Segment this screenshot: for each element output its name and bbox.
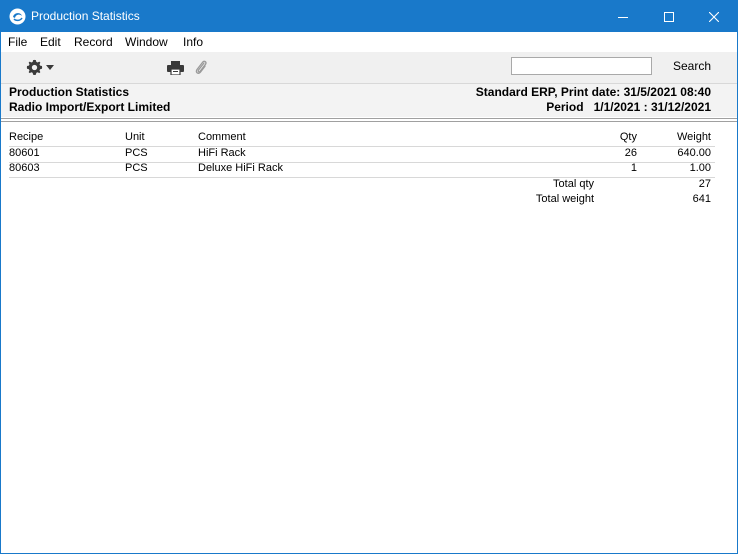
header-separator-lower [1,121,737,122]
menu-bar: File Edit Record Window Info [1,32,737,52]
title-bar[interactable]: Production Statistics [1,1,737,32]
print-info: Standard ERP, Print date: 31/5/2021 08:4… [475,85,711,99]
period-line: Period 1/1/2021 : 31/12/2021 [546,100,711,114]
col-header-weight: Weight [676,131,711,143]
cell-recipe[interactable]: 80601 [9,147,40,159]
menu-edit[interactable]: Edit [40,35,61,49]
maximize-icon [664,11,674,22]
chevron-down-icon[interactable] [46,65,54,70]
col-header-unit: Unit [125,131,145,143]
cell-comment: Deluxe HiFi Rack [198,162,283,174]
col-header-comment: Comment [198,131,246,143]
cell-weight: 1.00 [689,162,711,174]
report-header: Production Statistics Radio Import/Expor… [1,83,737,117]
minimize-icon [618,16,628,18]
menu-file[interactable]: File [8,35,27,49]
window-title: Production Statistics [31,9,140,23]
maximize-button[interactable] [646,1,692,32]
paperclip-icon[interactable] [194,59,208,76]
total-qty-value: 27 [698,178,711,190]
print-icon[interactable] [167,61,184,75]
total-qty-label: Total qty [553,178,594,190]
close-icon [709,11,719,22]
cell-qty: 26 [624,147,637,159]
col-header-recipe: Recipe [9,131,44,143]
minimize-button[interactable] [600,1,646,32]
app-window: Production Statistics File Edit Record W… [0,0,738,554]
close-button[interactable] [691,1,737,32]
company-name: Radio Import/Export Limited [9,100,171,114]
col-header-qty: Qty [619,131,637,143]
toolbar: Search [1,52,737,83]
search-button[interactable]: Search [673,59,711,73]
menu-info[interactable]: Info [183,35,203,49]
gear-icon[interactable] [26,59,43,76]
menu-record[interactable]: Record [74,35,113,49]
period-label: Period [546,100,584,114]
cell-recipe[interactable]: 80603 [9,162,40,174]
header-separator [1,118,737,119]
cell-unit: PCS [125,147,148,159]
row-divider [9,162,715,163]
row-divider [9,146,715,147]
report-title: Production Statistics [9,85,130,99]
cell-weight: 640.00 [677,147,711,159]
app-logo-icon [9,8,26,25]
row-divider [9,177,715,178]
total-weight-value: 641 [692,193,711,205]
cell-unit: PCS [125,162,148,174]
cell-qty: 1 [630,162,637,174]
total-weight-label: Total weight [535,193,594,205]
cell-comment: HiFi Rack [198,147,246,159]
search-input[interactable] [511,57,652,75]
menu-window[interactable]: Window [125,35,168,49]
period-value: 1/1/2021 : 31/12/2021 [593,100,711,114]
